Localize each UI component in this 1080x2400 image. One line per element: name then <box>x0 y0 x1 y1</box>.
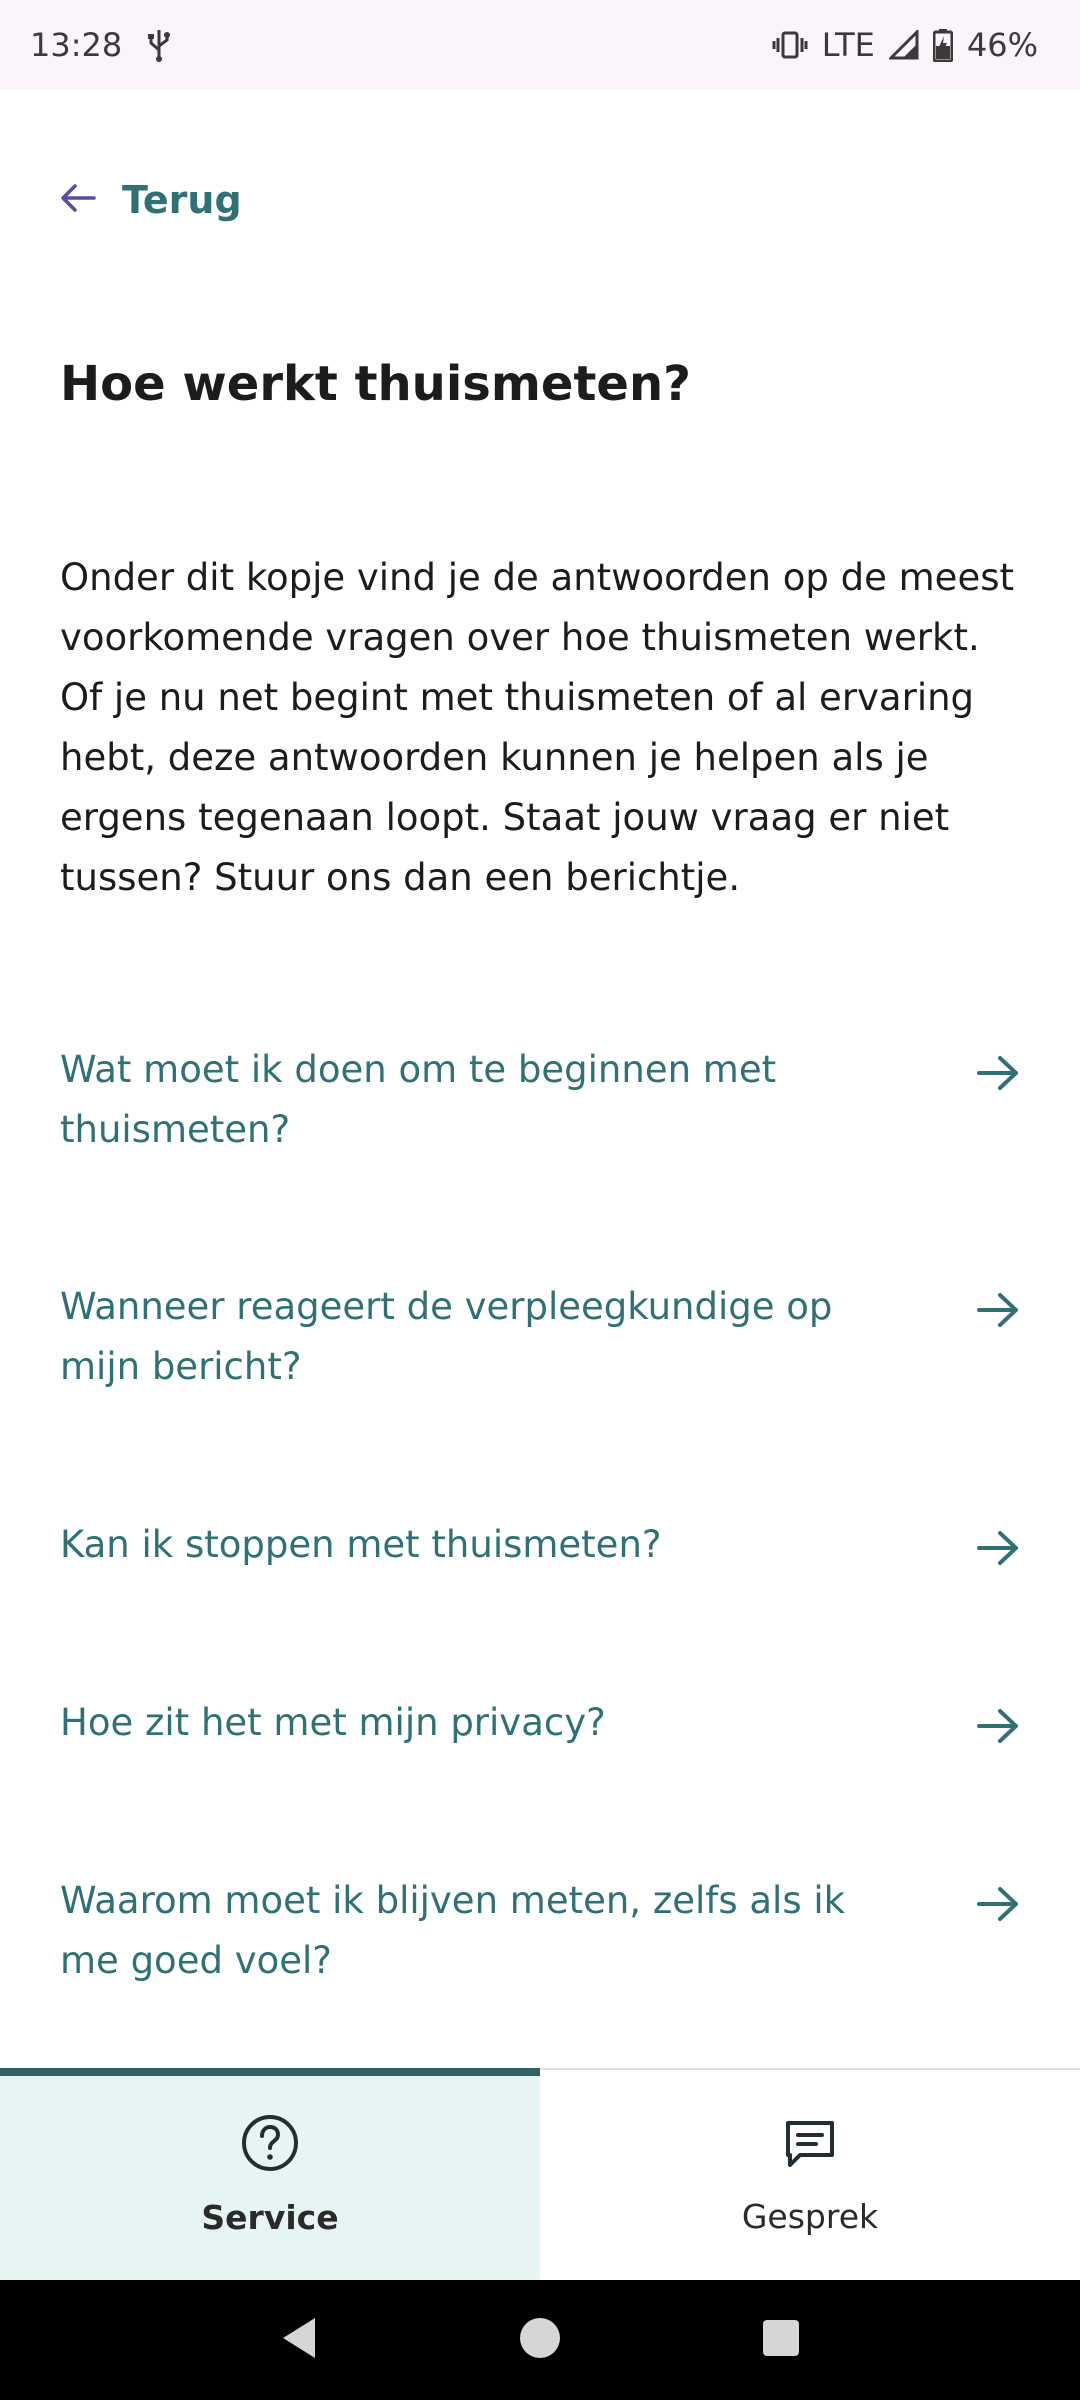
faq-item-stop[interactable]: Kan ik stoppen met thuismeten? <box>60 1515 1020 1575</box>
faq-question: Waarom moet ik blijven meten, zelfs als … <box>60 1879 846 1982</box>
battery-percent: 46% <box>966 26 1038 64</box>
help-circle-icon <box>241 2114 299 2180</box>
status-right: LTE 46% <box>772 26 1038 64</box>
faq-question: Wat moet ik doen om te beginnen met thui… <box>60 1048 777 1151</box>
network-label: LTE <box>821 26 875 64</box>
bottom-navigation: Service Gesprek <box>0 2068 1080 2280</box>
signal-icon <box>888 30 919 60</box>
faq-question: Kan ik stoppen met thuismeten? <box>60 1523 662 1566</box>
tab-label: Service <box>201 2197 339 2237</box>
arrow-right-icon <box>976 1529 1020 1571</box>
nav-recents-icon[interactable] <box>761 2318 801 2362</box>
battery-icon <box>932 28 953 62</box>
tab-label: Gesprek <box>741 2196 879 2236</box>
faq-item-keep-measuring[interactable]: Waarom moet ik blijven meten, zelfs als … <box>60 1871 1020 1991</box>
faq-item-privacy[interactable]: Hoe zit het met mijn privacy? <box>60 1693 1020 1753</box>
status-time: 13:28 <box>30 26 123 64</box>
faq-question: Wanneer reageert de verpleegkundige op m… <box>60 1285 833 1388</box>
back-button[interactable]: Terug <box>60 178 242 222</box>
nav-home-icon[interactable] <box>518 2316 562 2364</box>
vibrate-icon <box>772 30 808 60</box>
page-title: Hoe werkt thuismeten? <box>60 356 691 412</box>
usb-icon <box>146 28 172 62</box>
tab-gesprek[interactable]: Gesprek <box>540 2070 1080 2280</box>
arrow-right-icon <box>976 1054 1020 1096</box>
arrow-right-icon <box>976 1885 1020 1927</box>
status-bar: 13:28 LTE 46% <box>0 0 1080 90</box>
faq-question: Hoe zit het met mijn privacy? <box>60 1701 606 1744</box>
intro-text: Onder dit kopje vind je de antwoorden op… <box>60 556 1014 899</box>
chat-icon <box>782 2115 838 2179</box>
arrow-left-icon <box>60 178 96 222</box>
arrow-right-icon <box>976 1291 1020 1333</box>
nav-back-icon[interactable] <box>279 2316 319 2364</box>
back-label: Terug <box>122 178 242 222</box>
status-left: 13:28 <box>30 26 172 64</box>
screen: 13:28 LTE 46% Terug Hoe werkt thuismeten… <box>0 0 1080 2400</box>
faq-item-reaction[interactable]: Wanneer reageert de verpleegkundige op m… <box>60 1277 1020 1397</box>
faq-item-begin[interactable]: Wat moet ik doen om te beginnen met thui… <box>60 1040 1020 1160</box>
system-navigation-bar <box>0 2280 1080 2400</box>
arrow-right-icon <box>976 1707 1020 1749</box>
tab-service[interactable]: Service <box>0 2068 540 2280</box>
